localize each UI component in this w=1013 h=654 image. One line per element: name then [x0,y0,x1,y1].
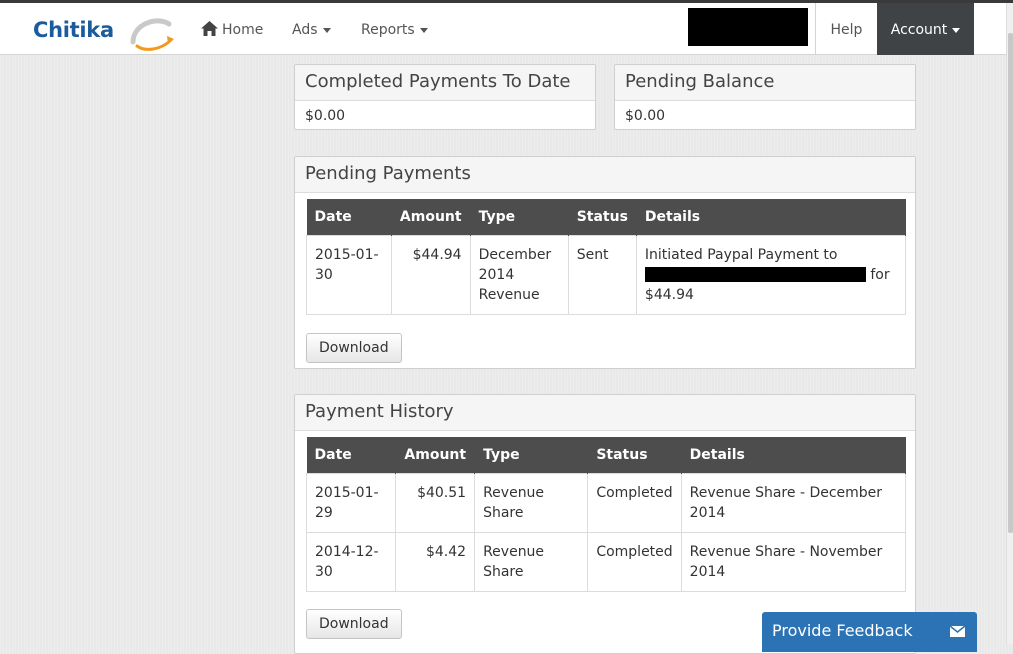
nav-help[interactable]: Help [815,3,877,55]
nav-home-label: Home [222,22,264,38]
envelope-icon [950,626,965,637]
pending-payments-panel: Pending Payments Date Amount Type Status… [294,156,916,369]
column-header-amount[interactable]: Amount [395,437,476,473]
cell-status: Completed [587,472,682,533]
column-header-status[interactable]: Status [568,199,637,235]
pending-balance-panel: Pending Balance $0.00 [614,64,916,130]
nav-ads-dropdown[interactable]: Ads [292,3,331,55]
logo-wordmark: Chitika [33,18,114,42]
cell-date: 2015-01-30 [306,234,392,315]
cell-type: Revenue Share [474,531,589,592]
column-header-details[interactable]: Details [681,437,907,473]
caret-down-icon [419,27,428,33]
page-scrollbar[interactable] [1006,3,1013,644]
cell-details: Revenue Share - December 2014 [680,472,907,533]
table-row: 2015-01-30 $44.94 December 2014 Revenue … [306,234,907,315]
pending-balance-title: Pending Balance [615,65,915,101]
cell-date: 2015-01-29 [305,472,397,533]
scrollbar-thumb[interactable] [1008,33,1013,533]
column-header-type[interactable]: Type [470,199,569,235]
redacted-block [688,8,808,46]
cell-type: December 2014 Revenue [469,234,569,315]
pending-download-button[interactable]: Download [306,333,402,363]
nav-reports-label: Reports [361,22,415,38]
swoosh-logo-icon [130,18,174,51]
cell-amount: $44.94 [390,234,471,315]
redacted-email [644,266,866,282]
nav-ads-label: Ads [292,22,318,38]
column-header-date[interactable]: Date [306,199,392,235]
home-icon [201,21,218,36]
completed-payments-value: $0.00 [305,108,346,124]
chitika-logo[interactable]: Chitika [33,12,178,52]
column-header-amount[interactable]: Amount [391,199,471,235]
history-download-button[interactable]: Download [306,609,402,639]
pending-payments-table: Date Amount Type Status Details 2015-01-… [306,199,907,315]
provide-feedback-tab[interactable]: Provide Feedback [762,612,977,652]
table-row: 2015-01-29 $40.51 Revenue Share Complete… [305,472,907,533]
pending-payments-title: Pending Payments [295,157,915,193]
pending-balance-value: $0.00 [625,108,666,124]
table-header-row: Date Amount Type Status Details [306,199,907,235]
table-header-row: Date Amount Type Status Details [306,437,907,473]
column-header-status[interactable]: Status [587,437,682,473]
nav-account-dropdown[interactable]: Account [877,3,974,55]
cell-amount: $4.42 [395,531,476,592]
caret-down-icon [952,27,961,33]
nav-home[interactable]: Home [201,3,263,55]
nav-help-label: Help [830,22,863,38]
cell-status: Completed [587,531,682,592]
payment-history-table: Date Amount Type Status Details 2015-01-… [305,437,907,592]
feedback-label: Provide Feedback [772,621,913,640]
payment-history-title: Payment History [295,395,915,431]
caret-down-icon [322,27,331,33]
cell-status: Sent [567,234,637,315]
cell-details: Revenue Share - November 2014 [680,531,907,592]
column-header-date[interactable]: Date [306,437,397,473]
cell-amount: $40.51 [395,472,476,533]
top-navbar: Chitika Home Ads Reports Help Account [0,3,1006,55]
column-header-details[interactable]: Details [636,199,907,235]
cell-type: Revenue Share [474,472,589,533]
column-header-type[interactable]: Type [474,437,589,473]
cell-details: Initiated Paypal Payment to for $44.94 [635,234,907,315]
table-row: 2014-12-30 $4.42 Revenue Share Completed… [305,531,907,592]
completed-payments-title: Completed Payments To Date [295,65,595,101]
nav-reports-dropdown[interactable]: Reports [361,3,428,55]
nav-account-label: Account [890,22,948,38]
details-prefix: Initiated Paypal Payment to [644,246,838,263]
cell-date: 2014-12-30 [305,531,397,592]
completed-payments-panel: Completed Payments To Date $0.00 [294,64,596,130]
